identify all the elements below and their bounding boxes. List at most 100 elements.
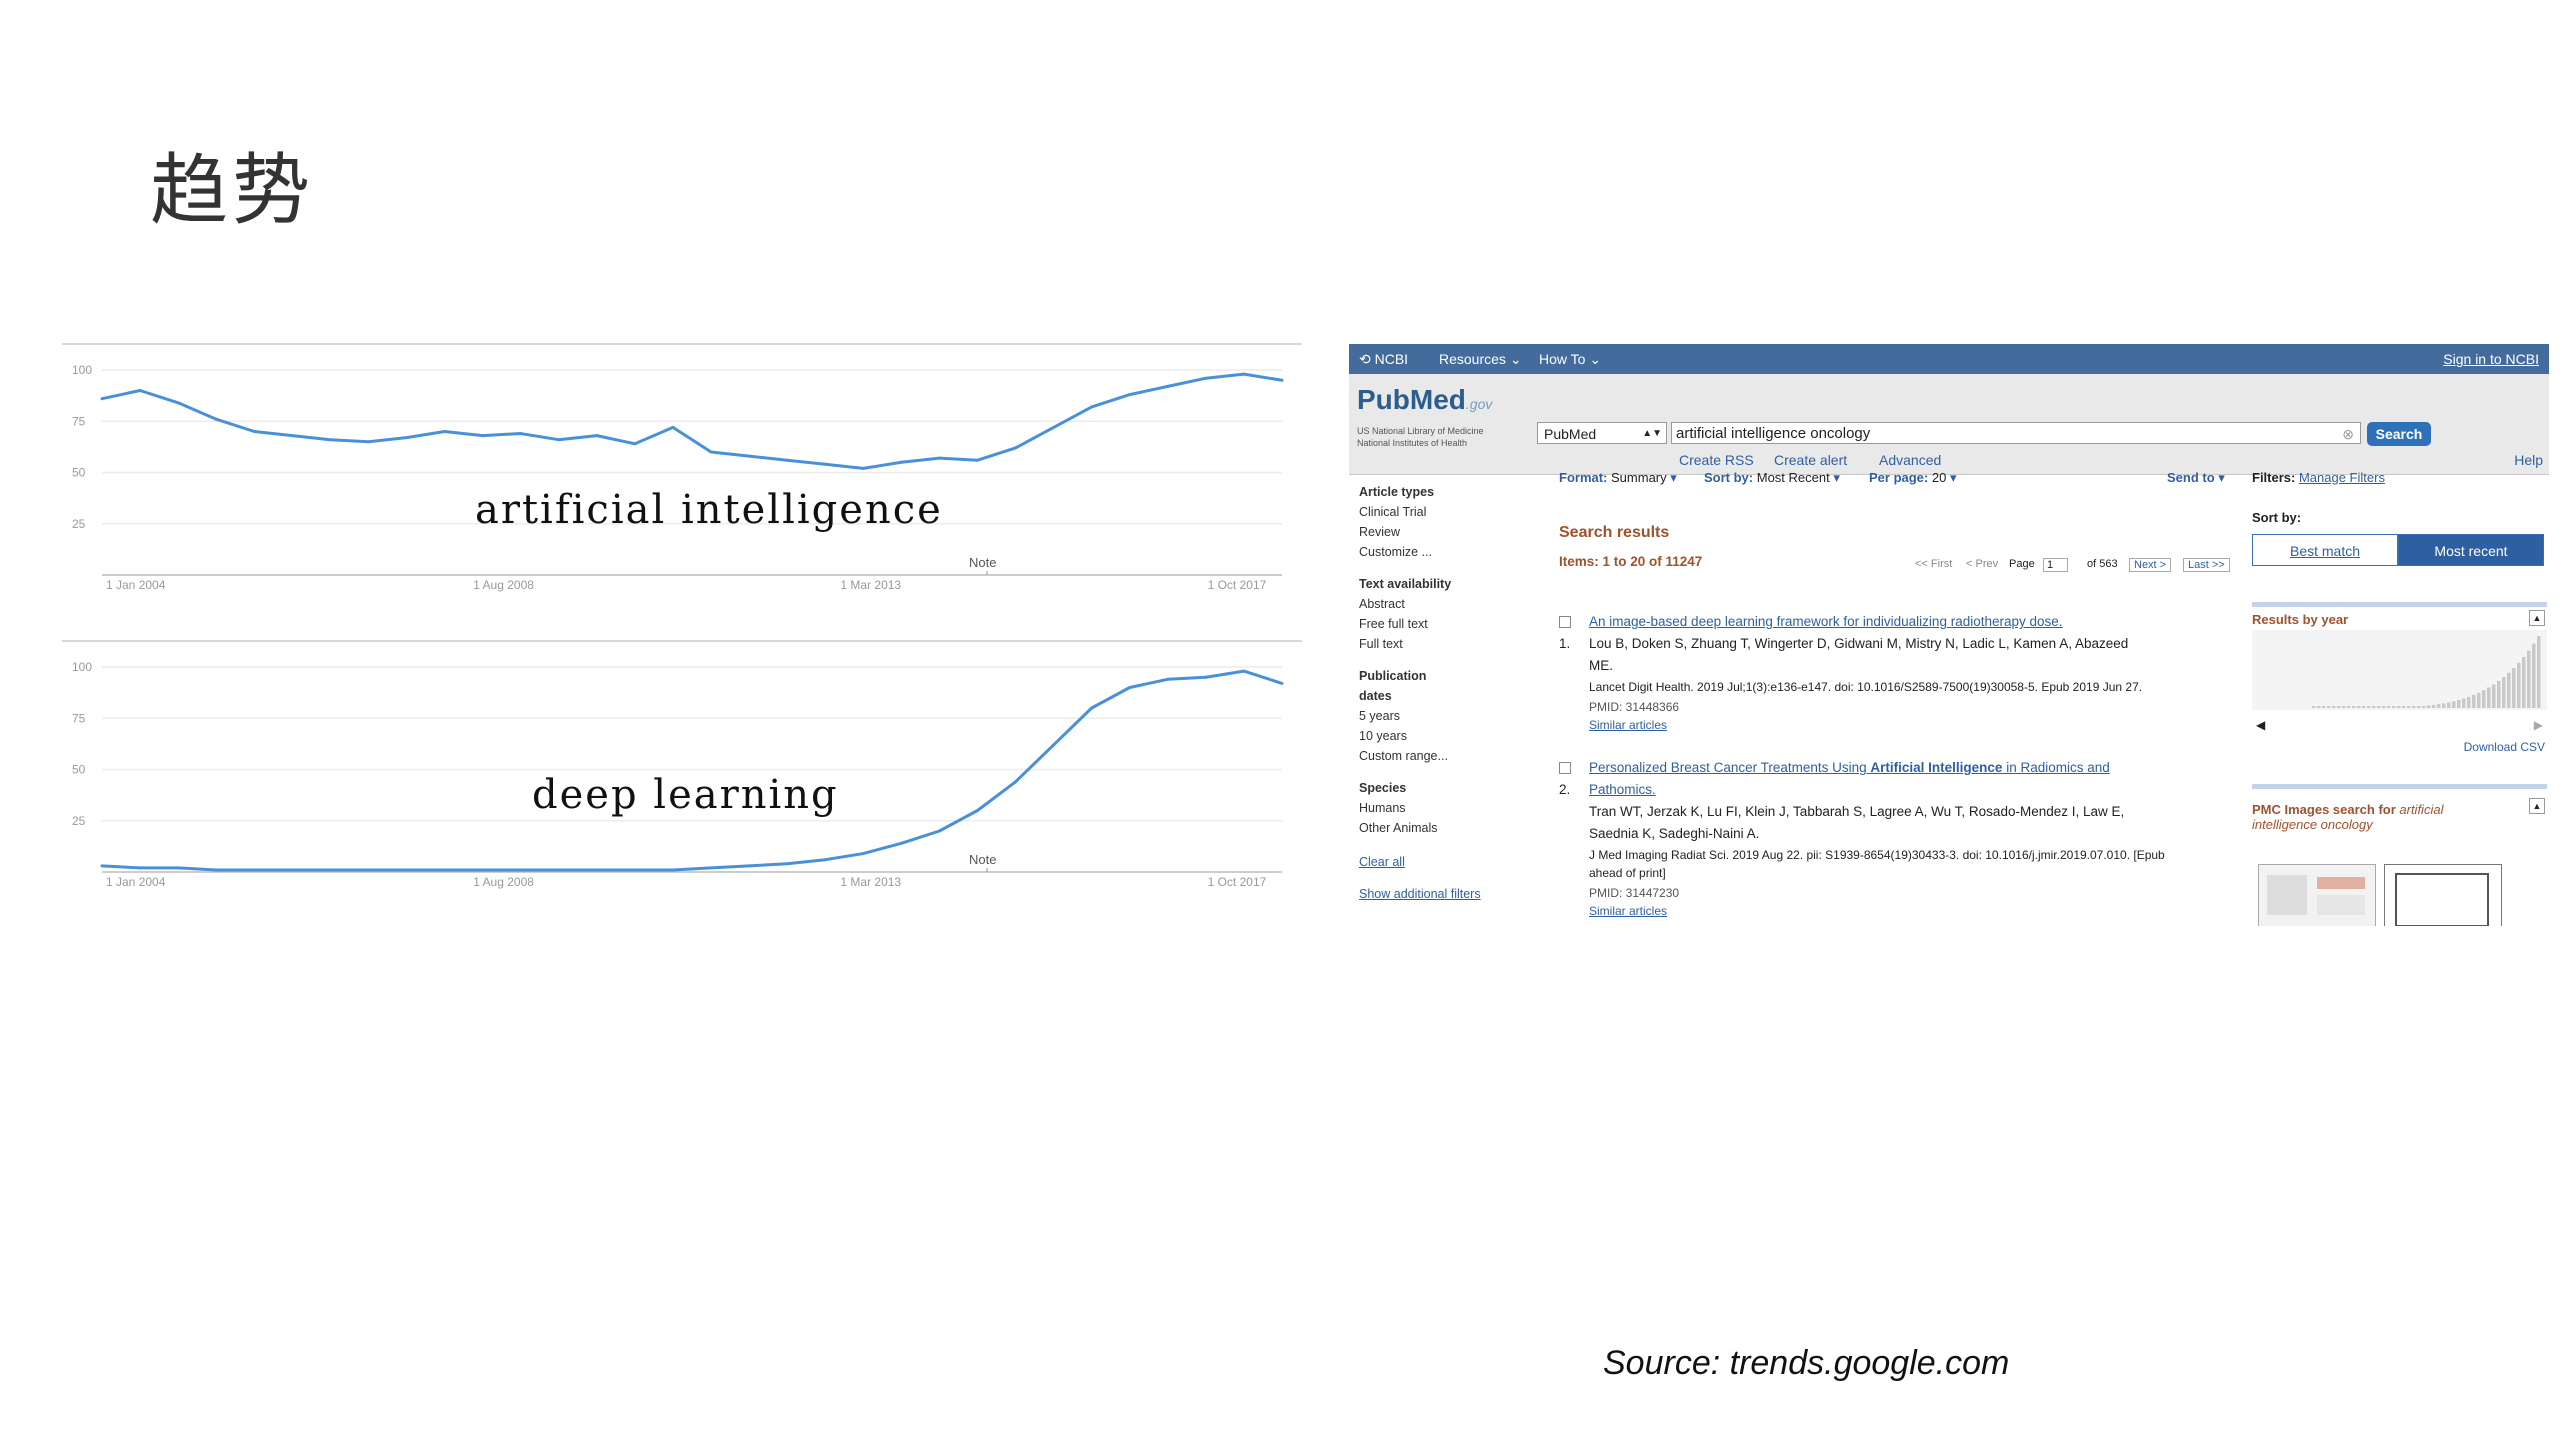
trend-point — [176, 401, 180, 405]
manage-filters-link[interactable]: Manage Filters — [2299, 470, 2385, 485]
filter-full-text[interactable]: Full text — [1359, 634, 1549, 654]
year-bar[interactable] — [2402, 706, 2406, 708]
year-bar[interactable] — [2517, 662, 2521, 708]
year-bar[interactable] — [2447, 702, 2451, 708]
most-recent-button[interactable]: Most recent — [2398, 534, 2544, 566]
filter-clinical-trial[interactable]: Clinical Trial — [1359, 502, 1549, 522]
pager-prev[interactable]: < Prev — [1966, 558, 1998, 570]
result-title-2b[interactable]: Pathomics. — [1589, 782, 1656, 797]
year-bar[interactable] — [2492, 684, 2496, 708]
year-bar[interactable] — [2422, 705, 2426, 708]
pmc-image-thumb[interactable] — [2384, 864, 2502, 926]
year-bar[interactable] — [2462, 698, 2466, 708]
year-bar[interactable] — [2332, 706, 2336, 708]
year-bar[interactable] — [2392, 706, 2396, 708]
scroll-right-icon[interactable]: ▶ — [2534, 718, 2543, 732]
collapse-icon[interactable]: ▲ — [2529, 798, 2545, 814]
year-bar[interactable] — [2537, 636, 2541, 708]
filter-humans[interactable]: Humans — [1359, 798, 1549, 818]
download-csv-link[interactable]: Download CSV — [2464, 740, 2545, 754]
year-bar[interactable] — [2407, 706, 2411, 708]
result-checkbox[interactable] — [1559, 616, 1571, 628]
filter-abstract[interactable]: Abstract — [1359, 594, 1549, 614]
filter-free-full-text[interactable]: Free full text — [1359, 614, 1549, 634]
similar-articles-link-1[interactable]: Similar articles — [1589, 718, 1667, 732]
filter-customize[interactable]: Customize ... — [1359, 542, 1549, 562]
sort-dropdown[interactable]: Sort by: Most Recent ▾ — [1704, 470, 1840, 486]
year-bar[interactable] — [2337, 706, 2341, 708]
year-bar[interactable] — [2467, 696, 2471, 708]
year-bar[interactable] — [2322, 706, 2326, 708]
year-bar[interactable] — [2347, 706, 2351, 708]
year-bar[interactable] — [2482, 690, 2486, 708]
filter-review[interactable]: Review — [1359, 522, 1549, 542]
pager-first[interactable]: << First — [1915, 558, 1952, 570]
year-bar[interactable] — [2317, 706, 2321, 708]
collapse-icon[interactable]: ▲ — [2529, 610, 2545, 626]
y-tick-label: 25 — [72, 814, 86, 828]
trend-point — [785, 862, 789, 866]
note-label[interactable]: Note — [969, 555, 996, 570]
per-page-dropdown[interactable]: Per page: 20 ▾ — [1869, 470, 1956, 486]
trend-point — [214, 868, 218, 872]
year-bar[interactable] — [2357, 706, 2361, 708]
year-bar[interactable] — [2412, 706, 2416, 708]
year-bar[interactable] — [2487, 687, 2491, 708]
year-bar[interactable] — [2532, 643, 2536, 708]
format-dropdown[interactable]: Format: Summary ▾ — [1559, 470, 1677, 486]
year-bar[interactable] — [2477, 692, 2481, 708]
filter-5-years[interactable]: 5 years — [1359, 706, 1549, 726]
year-bar[interactable] — [2367, 706, 2371, 708]
best-match-button[interactable]: Best match — [2252, 534, 2398, 566]
filter-10-years[interactable]: 10 years — [1359, 726, 1549, 746]
scroll-left-icon[interactable]: ◀ — [2256, 718, 2265, 732]
year-bar[interactable] — [2432, 704, 2436, 708]
year-bar[interactable] — [2327, 706, 2331, 708]
year-bar[interactable] — [2497, 680, 2501, 708]
year-bar[interactable] — [2397, 706, 2401, 708]
trend-point — [823, 462, 827, 466]
year-bar[interactable] — [2342, 706, 2346, 708]
year-bar[interactable] — [2472, 694, 2476, 708]
result-checkbox[interactable] — [1559, 762, 1571, 774]
year-bar[interactable] — [2417, 706, 2421, 708]
year-bar[interactable] — [2522, 657, 2526, 708]
year-bar[interactable] — [2457, 699, 2461, 708]
pmc-image-thumb[interactable] — [2258, 864, 2376, 926]
year-bar[interactable] — [2382, 706, 2386, 708]
pager-next[interactable]: Next > — [2129, 558, 2172, 572]
year-bar[interactable] — [2377, 706, 2381, 708]
filter-custom-range[interactable]: Custom range... — [1359, 746, 1549, 766]
year-bar[interactable] — [2427, 705, 2431, 708]
send-to-dropdown[interactable]: Send to ▾ — [2167, 470, 2225, 486]
trend-point — [100, 864, 104, 868]
year-bar[interactable] — [2452, 701, 2456, 708]
result-journal-2b: ahead of print] — [1589, 866, 1666, 880]
year-bar[interactable] — [2352, 706, 2356, 708]
year-bar[interactable] — [2437, 704, 2441, 708]
pubmed-logo[interactable]: PubMed.gov — [1357, 384, 1492, 416]
note-label[interactable]: Note — [969, 852, 996, 867]
similar-articles-link-2[interactable]: Similar articles — [1589, 904, 1667, 918]
trend-point — [519, 432, 523, 436]
filter-other-animals[interactable]: Other Animals — [1359, 818, 1549, 838]
result-title-1[interactable]: An image-based deep learning framework f… — [1589, 614, 2063, 629]
pager-last[interactable]: Last >> — [2183, 558, 2230, 572]
trend-point — [328, 868, 332, 872]
year-bar[interactable] — [2507, 672, 2511, 708]
pager-page-input[interactable]: 1 — [2043, 558, 2069, 572]
year-bar[interactable] — [2387, 706, 2391, 708]
year-bar[interactable] — [2527, 650, 2531, 708]
clear-all-link[interactable]: Clear all — [1359, 852, 1549, 872]
year-bar[interactable] — [2312, 706, 2316, 708]
year-bar[interactable] — [2362, 706, 2366, 708]
resources-menu[interactable]: Resources ⌄ — [1439, 351, 1522, 368]
year-bar[interactable] — [2442, 703, 2446, 708]
show-additional-filters-link[interactable]: Show additional filters — [1359, 884, 1549, 904]
year-bar[interactable] — [2502, 677, 2506, 708]
result-number: 2. — [1559, 782, 1571, 797]
ncbi-logo[interactable]: ⟲ NCBI — [1359, 351, 1408, 368]
year-bar[interactable] — [2372, 706, 2376, 708]
year-bar[interactable] — [2512, 668, 2516, 708]
result-title-2[interactable]: Personalized Breast Cancer Treatments Us… — [1589, 760, 2110, 775]
